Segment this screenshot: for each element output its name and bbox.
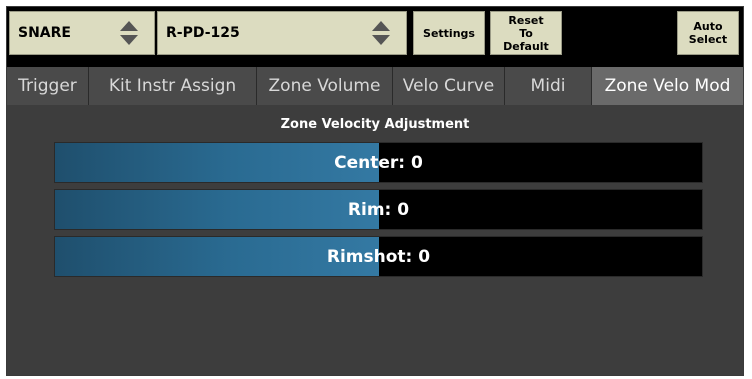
tab-trigger[interactable]: Trigger xyxy=(7,67,89,105)
rim-velocity-slider[interactable]: Rim: 0 xyxy=(54,189,703,230)
app-window: SNARE R-PD-125 Settings Reset To Default… xyxy=(6,6,744,376)
top-toolbar: SNARE R-PD-125 Settings Reset To Default… xyxy=(7,7,743,57)
slider-label: Rimshot: 0 xyxy=(326,246,431,267)
auto-select-button[interactable]: Auto Select xyxy=(677,11,739,55)
up-down-arrows-icon xyxy=(372,20,392,46)
reset-to-default-button[interactable]: Reset To Default xyxy=(490,11,562,55)
slider-label: Rim: 0 xyxy=(347,199,410,220)
panel-title: Zone Velocity Adjustment xyxy=(280,117,470,132)
up-down-arrows-icon xyxy=(120,20,140,46)
tab-midi[interactable]: Midi xyxy=(505,67,592,105)
tab-kit-instr-assign[interactable]: Kit Instr Assign xyxy=(89,67,257,105)
zone-velocity-panel: Zone Velocity Adjustment Center: 0 Rim: … xyxy=(7,105,743,375)
tab-zone-volume[interactable]: Zone Volume xyxy=(257,67,393,105)
pad-select[interactable]: SNARE xyxy=(9,11,155,55)
settings-button[interactable]: Settings xyxy=(413,11,485,55)
tab-zone-velo-mod[interactable]: Zone Velo Mod xyxy=(592,67,743,105)
pad-select-value: SNARE xyxy=(18,25,71,41)
trigger-type-select[interactable]: R-PD-125 xyxy=(157,11,407,55)
tab-bar: Trigger Kit Instr Assign Zone Volume Vel… xyxy=(7,67,743,105)
rimshot-velocity-slider[interactable]: Rimshot: 0 xyxy=(54,236,703,277)
trigger-type-value: R-PD-125 xyxy=(166,25,240,41)
tab-velo-curve[interactable]: Velo Curve xyxy=(393,67,505,105)
center-velocity-slider[interactable]: Center: 0 xyxy=(54,142,703,183)
slider-label: Center: 0 xyxy=(334,152,423,173)
